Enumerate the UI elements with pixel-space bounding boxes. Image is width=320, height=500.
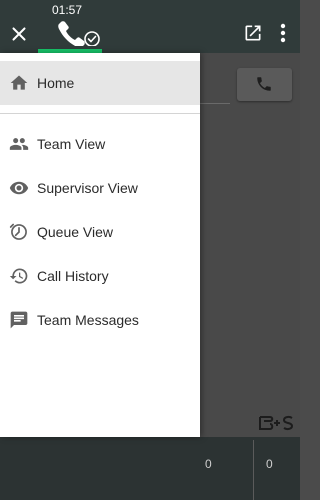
top-app-bar: 01:57 [0,0,300,53]
phone-check-icon[interactable] [56,18,106,46]
drawer-item-call-history[interactable]: Call History [0,254,200,298]
drawer-item-label: Team Messages [37,312,139,328]
footer-count: 0 [205,457,212,471]
drawer-item-home[interactable]: Home [0,61,200,105]
eye-icon [9,181,29,195]
footer-divider [253,440,254,500]
drawer-item-label: Home [37,75,75,91]
open-in-new-icon[interactable] [243,23,263,43]
drawer-item-label: Call History [37,268,109,284]
queue-timer-icon [9,223,27,240]
drawer-item-queue-view[interactable]: Queue View [0,210,200,254]
team-icon [9,138,29,150]
drawer-item-team-messages[interactable]: Team Messages [0,298,200,342]
background-footer [0,437,300,500]
drawer-item-label: Team View [37,136,106,152]
history-icon [9,268,28,284]
message-icon [10,311,28,329]
drawer-item-supervisor-view[interactable]: Supervisor View [0,166,200,210]
dial-input-underline [200,103,230,104]
close-icon[interactable] [8,23,30,45]
footer-count: 0 [266,457,273,471]
drawer-item-team-view[interactable]: Team View [0,122,200,166]
drawer-item-label: Queue View [37,224,114,240]
brand-logo-icon [259,415,294,431]
call-timer: 01:57 [52,3,83,17]
drawer-item-label: Supervisor View [37,180,138,196]
more-vert-icon[interactable] [277,22,289,44]
dial-call-button[interactable] [237,68,292,101]
home-icon [10,75,28,90]
drawer-divider [0,113,200,114]
navigation-drawer: Home Team View Supervisor View Queue Vie… [0,53,200,437]
phone-icon [257,77,271,91]
